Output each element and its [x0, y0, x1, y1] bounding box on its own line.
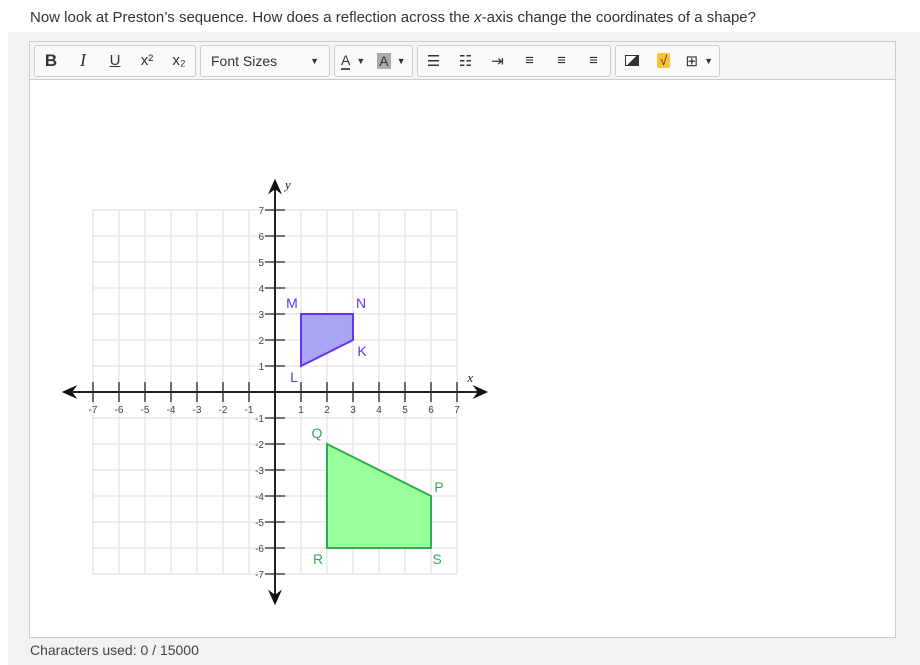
- color-group: A ▼ A ▼: [334, 44, 413, 77]
- paragraph-group: ☰ ☷ ⇥ ≡ ≡ ≡: [416, 44, 611, 77]
- indent-icon: ⇥: [491, 52, 504, 70]
- align-left-button[interactable]: ≡: [514, 46, 546, 76]
- x-tick-label: -6: [115, 405, 124, 416]
- font-sizes-dropdown[interactable]: Font Sizes ▼: [201, 46, 329, 76]
- font-sizes-label: Font Sizes: [211, 52, 278, 69]
- align-right-button[interactable]: ≡: [578, 46, 610, 76]
- insert-image-button[interactable]: [616, 46, 648, 76]
- y-tick-label: -1: [255, 414, 264, 425]
- align-right-icon: ≡: [589, 52, 598, 69]
- insert-table-button[interactable]: ⊞ ▼: [680, 46, 720, 76]
- align-center-button[interactable]: ≡: [546, 46, 578, 76]
- highlight-color-button[interactable]: A ▼: [371, 46, 411, 76]
- y-tick-label: -6: [255, 544, 264, 555]
- x-tick-label: 6: [428, 405, 434, 416]
- font-color-button[interactable]: A ▼: [335, 46, 371, 76]
- vertex-label-Q: Q: [312, 425, 323, 441]
- vertex-label-P: P: [434, 479, 443, 495]
- y-tick-label: -5: [255, 518, 264, 529]
- bold-button[interactable]: B: [35, 46, 67, 76]
- y-tick-label: 3: [258, 310, 264, 321]
- bullet-list-button[interactable]: ☰: [418, 46, 450, 76]
- underline-button[interactable]: U: [99, 46, 131, 76]
- y-tick-label: 4: [258, 284, 264, 295]
- y-axis-label: y: [283, 177, 291, 192]
- y-tick-label: 2: [258, 336, 264, 347]
- vertex-label-L: L: [290, 369, 298, 385]
- chevron-down-icon: ▼: [356, 55, 366, 66]
- x-tick-label: 2: [324, 405, 330, 416]
- x-tick-label: 1: [298, 405, 304, 416]
- editor-toolbar: B I U x² x₂ Font Sizes ▼ A ▼ A ▼ ☰ ☷ ⇥ ≡ ≡ …: [30, 42, 895, 80]
- y-tick-label: -2: [255, 440, 264, 451]
- y-tick-label: -3: [255, 466, 264, 477]
- chevron-down-icon: ▼: [704, 55, 714, 66]
- italic-button[interactable]: I: [67, 46, 99, 76]
- x-tick-label: -1: [245, 405, 254, 416]
- y-tick-label: 1: [258, 362, 264, 373]
- character-count: Characters used: 0 / 15000: [30, 642, 199, 658]
- numbered-list-icon: ☷: [458, 52, 473, 70]
- square-root-icon: √: [656, 53, 671, 68]
- x-tick-label: -2: [219, 405, 228, 416]
- question-text: Now look at Preston’s sequence. How does…: [30, 9, 756, 26]
- editor-content-area[interactable]: -7 -6 -5 -4 -3 -2 -1 1 2 3 4 5 6 7 7 6 5 4 3 2 1 -1 -2 -3 -4 -5 -6…: [30, 80, 895, 637]
- subscript-button[interactable]: x₂: [163, 46, 195, 76]
- font-sizes-group: Font Sizes ▼: [200, 44, 330, 77]
- format-group: B I U x² x₂: [34, 44, 196, 77]
- chevron-down-icon: ▼: [396, 55, 406, 66]
- coordinate-graph: -7 -6 -5 -4 -3 -2 -1 1 2 3 4 5 6 7 7 6 5 4 3 2 1 -1 -2 -3 -4 -5 -6…: [61, 177, 489, 606]
- y-tick-label: 6: [258, 232, 264, 243]
- x-tick-label: 4: [376, 405, 382, 416]
- x-tick-label: 5: [402, 405, 408, 416]
- chevron-down-icon: ▼: [310, 55, 319, 66]
- x-axis-label: x: [466, 370, 473, 385]
- y-tick-label: 5: [258, 258, 264, 269]
- align-left-icon: ≡: [525, 52, 534, 69]
- bullet-list-icon: ☰: [426, 52, 441, 70]
- insert-math-button[interactable]: √: [648, 46, 680, 76]
- vertex-label-R: R: [313, 551, 323, 567]
- vertex-label-K: K: [357, 343, 367, 359]
- indent-button[interactable]: ⇥: [482, 46, 514, 76]
- x-tick-label: -7: [89, 405, 98, 416]
- font-color-icon: A: [341, 51, 351, 70]
- y-tick-label: -4: [255, 492, 264, 503]
- y-tick-label: -7: [255, 570, 264, 581]
- x-tick-label: 3: [350, 405, 356, 416]
- vertex-label-N: N: [356, 295, 366, 311]
- x-tick-label: 7: [454, 405, 460, 416]
- align-center-icon: ≡: [557, 52, 566, 69]
- vertex-label-S: S: [432, 551, 441, 567]
- numbered-list-button[interactable]: ☷: [450, 46, 482, 76]
- x-tick-label: -5: [141, 405, 150, 416]
- y-tick-label: 7: [258, 206, 264, 217]
- highlight-icon: A: [377, 52, 391, 69]
- insert-group: √ ⊞ ▼: [614, 44, 721, 77]
- x-tick-label: -3: [193, 405, 202, 416]
- rich-text-editor[interactable]: B I U x² x₂ Font Sizes ▼ A ▼ A ▼ ☰ ☷ ⇥ ≡ ≡ …: [29, 41, 896, 638]
- vertex-label-M: M: [286, 295, 298, 311]
- superscript-button[interactable]: x²: [131, 46, 163, 76]
- x-tick-label: -4: [167, 405, 176, 416]
- image-icon: [624, 55, 639, 66]
- table-icon: ⊞: [685, 52, 699, 70]
